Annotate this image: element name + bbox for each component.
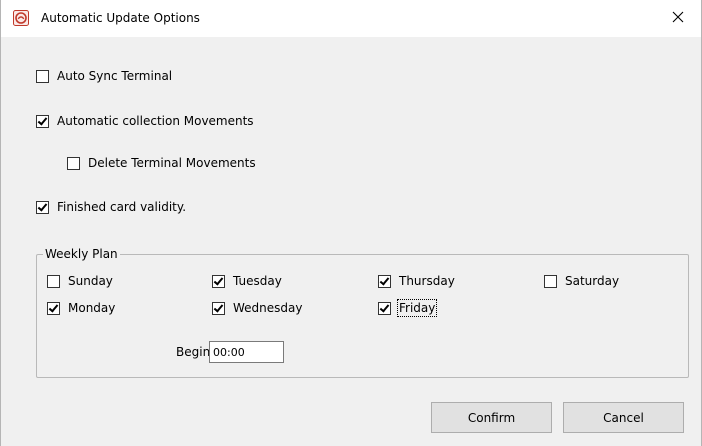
day-saturday-option[interactable]: Saturday bbox=[544, 274, 619, 288]
title-bar: Automatic Update Options bbox=[1, 0, 701, 37]
tuesday-checkbox[interactable] bbox=[212, 274, 225, 288]
app-logo-icon bbox=[13, 10, 29, 26]
auto-sync-terminal-option[interactable]: Auto Sync Terminal bbox=[36, 69, 172, 83]
automatic-collection-movements-label: Automatic collection Movements bbox=[57, 114, 254, 128]
weekly-plan-group: Weekly Plan bbox=[36, 247, 689, 378]
wednesday-checkbox[interactable] bbox=[212, 301, 225, 315]
thursday-checkbox[interactable] bbox=[378, 274, 391, 288]
sunday-checkbox[interactable] bbox=[47, 274, 60, 288]
dialog-content: Auto Sync Terminal Automatic collection … bbox=[1, 37, 701, 446]
auto-sync-terminal-label: Auto Sync Terminal bbox=[57, 69, 173, 83]
monday-checkbox[interactable] bbox=[47, 301, 60, 315]
sunday-label: Sunday bbox=[68, 274, 113, 288]
automatic-collection-movements-option[interactable]: Automatic collection Movements bbox=[36, 114, 254, 128]
window-title: Automatic Update Options bbox=[41, 11, 200, 25]
finished-card-validity-checkbox[interactable] bbox=[36, 200, 49, 214]
weekly-plan-legend: Weekly Plan bbox=[43, 247, 120, 261]
delete-terminal-movements-checkbox[interactable] bbox=[67, 156, 80, 170]
finished-card-validity-option[interactable]: Finished card validity. bbox=[36, 200, 186, 214]
tuesday-label: Tuesday bbox=[233, 274, 282, 288]
day-sunday-option[interactable]: Sunday bbox=[47, 274, 113, 288]
thursday-label: Thursday bbox=[399, 274, 455, 288]
day-friday-option[interactable]: Friday bbox=[378, 299, 438, 317]
day-monday-option[interactable]: Monday bbox=[47, 301, 115, 315]
day-wednesday-option[interactable]: Wednesday bbox=[212, 301, 302, 315]
close-button[interactable] bbox=[655, 0, 701, 37]
delete-terminal-movements-option[interactable]: Delete Terminal Movements bbox=[67, 156, 256, 170]
monday-label: Monday bbox=[68, 301, 116, 315]
saturday-checkbox[interactable] bbox=[544, 274, 557, 288]
saturday-label: Saturday bbox=[565, 274, 620, 288]
begin-time-input[interactable] bbox=[209, 341, 284, 363]
close-icon bbox=[672, 11, 684, 26]
automatic-update-options-dialog: Automatic Update Options Auto Sync Termi… bbox=[0, 0, 702, 446]
delete-terminal-movements-label: Delete Terminal Movements bbox=[88, 156, 256, 170]
automatic-collection-movements-checkbox[interactable] bbox=[36, 114, 49, 128]
day-tuesday-option[interactable]: Tuesday bbox=[212, 274, 282, 288]
finished-card-validity-label: Finished card validity. bbox=[57, 200, 187, 214]
confirm-button[interactable]: Confirm bbox=[431, 402, 552, 433]
wednesday-label: Wednesday bbox=[233, 301, 303, 315]
cancel-button[interactable]: Cancel bbox=[563, 402, 684, 433]
friday-label: Friday bbox=[396, 299, 438, 317]
auto-sync-terminal-checkbox[interactable] bbox=[36, 69, 49, 83]
day-thursday-option[interactable]: Thursday bbox=[378, 274, 455, 288]
friday-checkbox[interactable] bbox=[378, 301, 391, 315]
